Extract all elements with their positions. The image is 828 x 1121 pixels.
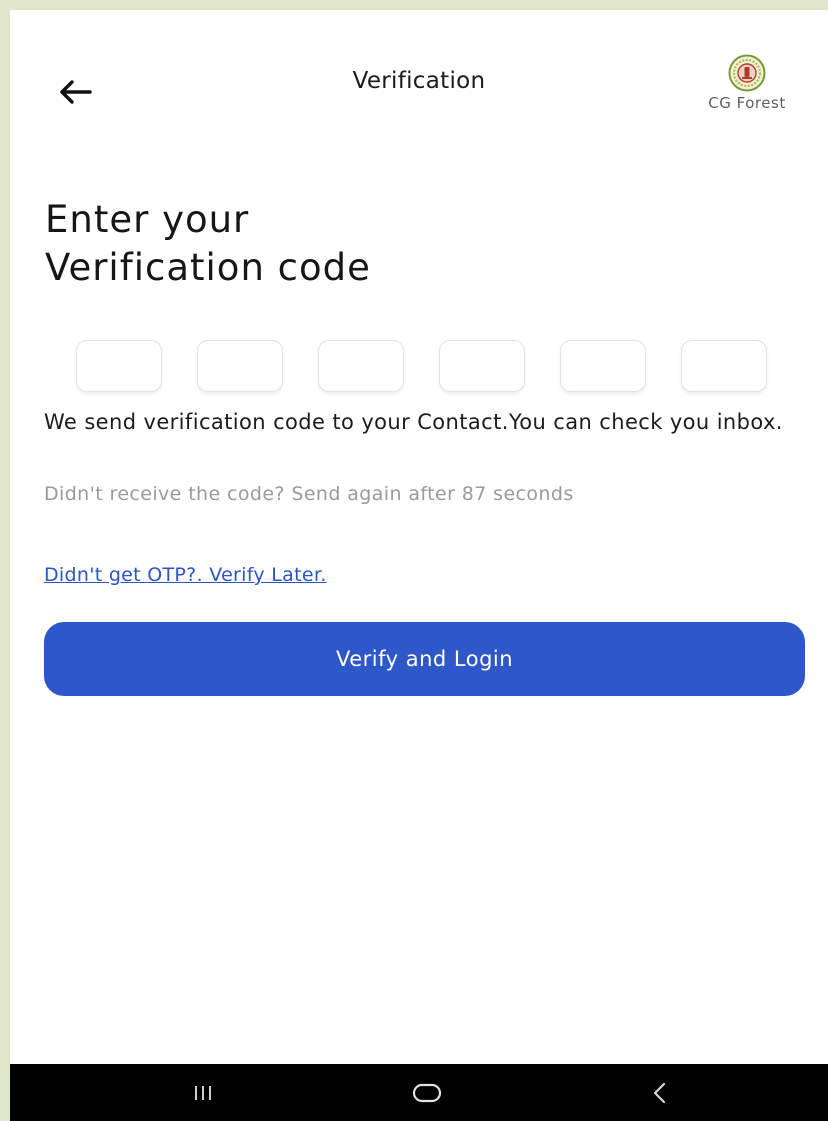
home-button[interactable] <box>382 1064 472 1121</box>
home-icon <box>412 1083 442 1102</box>
screen-heading: Enter your Verification code <box>45 196 371 292</box>
heading-line-2: Verification code <box>45 246 371 289</box>
otp-digit-6[interactable] <box>681 340 767 392</box>
otp-digit-3[interactable] <box>318 340 404 392</box>
recent-apps-icon <box>195 1085 211 1100</box>
brand-name: CG Forest <box>708 94 786 112</box>
otp-input-group <box>76 340 776 396</box>
verify-later-link[interactable]: Didn't get OTP?. Verify Later. <box>44 564 327 586</box>
info-text: We send verification code to your Contac… <box>44 410 783 434</box>
system-navigation-bar <box>10 1064 828 1121</box>
app-screen: Verification CG Forest Enter your Verifi… <box>10 10 828 1121</box>
verify-and-login-button[interactable]: Verify and Login <box>44 622 805 696</box>
emblem-logo <box>728 54 766 92</box>
heading-line-1: Enter your <box>45 198 250 241</box>
resend-countdown: Didn't receive the code? Send again afte… <box>44 483 574 505</box>
otp-digit-2[interactable] <box>197 340 283 392</box>
otp-digit-4[interactable] <box>439 340 525 392</box>
back-chevron-icon <box>653 1082 666 1103</box>
brand: CG Forest <box>682 54 812 112</box>
otp-digit-1[interactable] <box>76 340 162 392</box>
system-back-button[interactable] <box>615 1064 705 1121</box>
otp-digit-5[interactable] <box>560 340 646 392</box>
recent-apps-button[interactable] <box>158 1064 248 1121</box>
